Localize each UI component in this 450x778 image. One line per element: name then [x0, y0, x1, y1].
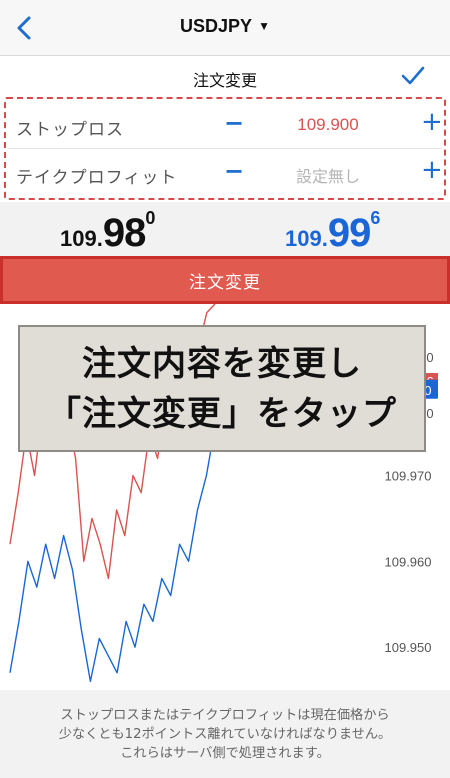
take-profit-row: テイクプロフィット − 設定無し +	[8, 149, 443, 197]
y-tick-label: 109.960	[385, 554, 432, 569]
take-profit-plus-button[interactable]: +	[421, 155, 443, 185]
nav-bar: USDJPY ▼	[0, 0, 450, 56]
partial-tick-label: 0	[426, 350, 433, 365]
stop-loss-plus-button[interactable]: +	[421, 107, 443, 137]
partial-tick-label: 0	[426, 406, 433, 421]
footer-line-1: ストップロスまたはテイクプロフィットは現在価格から	[60, 708, 390, 723]
callout-line-1: 注文内容を変更し	[82, 343, 362, 384]
bid-price: 109.980	[60, 208, 155, 256]
modify-order-button[interactable]: 注文変更	[0, 256, 450, 304]
footer-line-2: 少なくとも12ポイントス離れていなければなりません。	[58, 727, 392, 742]
stop-loss-label: ストップロス	[16, 120, 124, 140]
stop-loss-value[interactable]: 109.900	[263, 115, 393, 135]
take-profit-label: テイクプロフィット	[16, 168, 178, 188]
stop-loss-row: ストップロス − 109.900 +	[8, 101, 443, 149]
footer-note: ストップロスまたはテイクプロフィットは現在価格から 少なくとも12ポイントス離れ…	[0, 690, 450, 778]
instruction-callout: 注文内容を変更し 「注文変更」をタップ	[18, 325, 426, 452]
quote-bar: 109.980 109.996	[0, 202, 450, 257]
bid-pipette: 0	[145, 208, 156, 228]
modify-order-label: 注文変更	[189, 272, 261, 293]
symbol-selector[interactable]: USDJPY ▼	[0, 16, 450, 37]
stop-loss-minus-button[interactable]: −	[224, 109, 244, 137]
ask-big-digits: 99	[327, 211, 371, 255]
bid-prefix: 109.	[60, 226, 103, 251]
order-title: 注文変更	[192, 71, 257, 90]
take-profit-minus-button[interactable]: −	[224, 157, 244, 185]
footer-line-3: これらはサーバ側で処理されます。	[120, 746, 330, 761]
confirm-button[interactable]	[400, 64, 426, 92]
take-profit-value[interactable]: 設定無し	[263, 163, 393, 187]
symbol-label: USDJPY	[180, 16, 253, 36]
sl-tp-highlight: ストップロス − 109.900 + テイクプロフィット − 設定無し +	[4, 97, 446, 200]
y-tick-label: 109.970	[385, 469, 432, 484]
checkmark-icon	[401, 66, 425, 85]
callout-line-2: 「注文変更」をタップ	[47, 393, 397, 434]
order-header: 注文変更	[0, 56, 450, 96]
ask-prefix: 109.	[285, 226, 328, 251]
ask-price: 109.996	[285, 208, 380, 256]
ask-pipette: 6	[370, 208, 381, 228]
y-tick-label: 109.950	[385, 640, 432, 655]
bid-big-digits: 98	[102, 211, 146, 255]
caret-down-icon: ▼	[258, 19, 270, 33]
